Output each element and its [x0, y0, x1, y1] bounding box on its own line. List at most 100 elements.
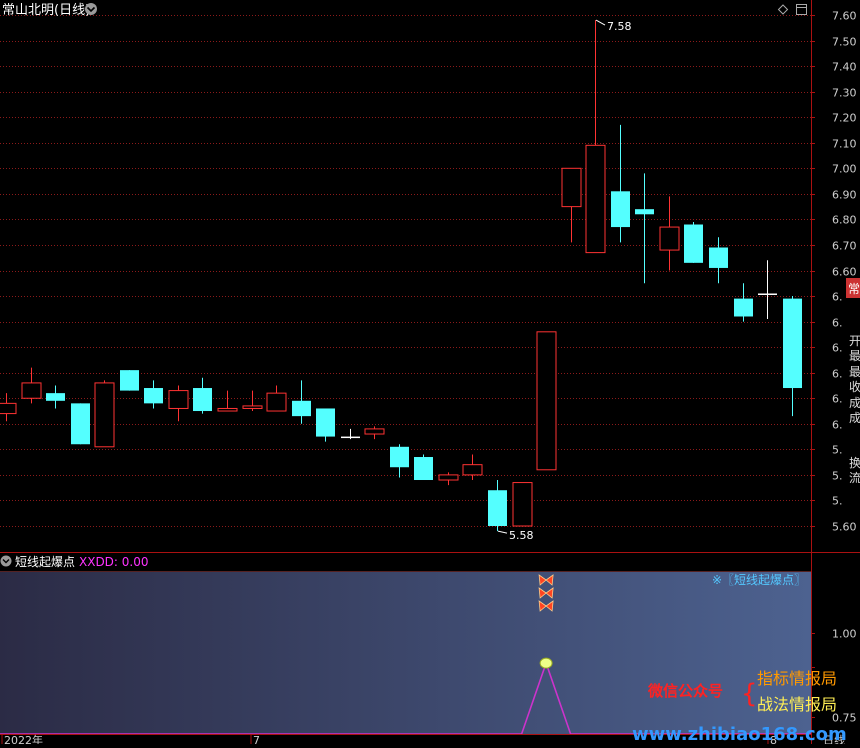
- chart-title: 常山北明(日线): [2, 3, 90, 18]
- candle[interactable]: [46, 385, 65, 409]
- watermark-wechat: 微信公众号: [647, 682, 723, 700]
- candle-body[interactable]: [512, 482, 533, 527]
- high-pointer: [595, 19, 606, 26]
- candle[interactable]: [266, 385, 287, 412]
- candle-body[interactable]: [292, 400, 311, 417]
- y-tick-label: 6.90: [832, 189, 857, 202]
- candle-body[interactable]: [783, 298, 802, 389]
- candle-body[interactable]: [120, 370, 139, 391]
- y-tick-label: 5.: [832, 444, 843, 457]
- info-label: 换: [849, 456, 860, 470]
- candle[interactable]: [585, 20, 606, 254]
- candle[interactable]: [709, 237, 728, 284]
- candle[interactable]: [684, 221, 703, 263]
- candle-body[interactable]: [71, 403, 90, 445]
- candle[interactable]: [462, 454, 483, 481]
- candle-body[interactable]: [217, 407, 238, 412]
- candle-body[interactable]: [94, 382, 115, 448]
- candle[interactable]: [217, 390, 238, 412]
- candle-body[interactable]: [316, 408, 335, 437]
- stock-badge-text: 常: [848, 282, 860, 296]
- candle[interactable]: [734, 283, 753, 322]
- candle[interactable]: [193, 377, 212, 414]
- y-tick-label: 1.00: [832, 628, 857, 641]
- y-tick-label: 7.20: [832, 112, 857, 125]
- candle[interactable]: [364, 426, 385, 440]
- y-tick-label: 6.: [832, 393, 843, 406]
- candle-body[interactable]: [684, 224, 703, 263]
- candle[interactable]: [21, 367, 42, 404]
- indicator-title: 短线起爆点: [15, 555, 75, 569]
- candle-body[interactable]: [709, 247, 728, 268]
- candle[interactable]: [561, 167, 582, 243]
- candle[interactable]: [635, 173, 654, 284]
- y-tick-label: 5.: [832, 470, 843, 483]
- info-label: 成: [849, 411, 860, 425]
- candle[interactable]: [242, 390, 263, 412]
- low-pointer: [497, 530, 508, 534]
- chevron-down-circle-icon[interactable]: [0, 555, 12, 567]
- candle-body[interactable]: [561, 167, 582, 208]
- x-tick-label: 2022年: [4, 733, 43, 744]
- y-tick-label: 7.40: [832, 61, 857, 74]
- info-label: 最: [849, 365, 860, 379]
- candle[interactable]: [438, 472, 459, 486]
- y-tick-label: 6.: [832, 419, 843, 432]
- candle[interactable]: [783, 296, 802, 417]
- candle[interactable]: [144, 380, 163, 409]
- candle[interactable]: [0, 393, 17, 422]
- y-tick-label: 5.60: [832, 521, 857, 534]
- candle-body[interactable]: [635, 209, 654, 215]
- candle[interactable]: [611, 124, 630, 243]
- candle[interactable]: [341, 428, 360, 440]
- candle-body[interactable]: [364, 428, 385, 435]
- y-tick-label: 6.: [832, 291, 843, 304]
- candle-body[interactable]: [341, 436, 360, 439]
- chevron-down-circle-icon[interactable]: [85, 3, 97, 15]
- window-restore-icon[interactable]: [796, 4, 807, 15]
- candle-body[interactable]: [438, 474, 459, 481]
- y-tick-label: 6.: [832, 317, 843, 330]
- candle-body[interactable]: [462, 464, 483, 476]
- candle[interactable]: [168, 385, 189, 422]
- candle[interactable]: [316, 408, 335, 442]
- indicator-legend: ※〖短线起爆点〗: [712, 573, 806, 587]
- candle-body[interactable]: [144, 388, 163, 404]
- candle[interactable]: [390, 444, 409, 478]
- candle-body[interactable]: [193, 388, 212, 412]
- candle[interactable]: [71, 403, 90, 445]
- indicator-header: 短线起爆点 XXDD: 0.00: [0, 555, 149, 569]
- candle-body[interactable]: [46, 393, 65, 401]
- candle[interactable]: [414, 454, 433, 481]
- candle-body[interactable]: [488, 490, 507, 526]
- candle-body[interactable]: [659, 226, 680, 251]
- candle[interactable]: [292, 380, 311, 424]
- watermark-url: www.zhibiao168.com: [632, 724, 847, 744]
- candle-body[interactable]: [390, 446, 409, 468]
- candle[interactable]: [758, 260, 777, 320]
- candle[interactable]: [488, 480, 507, 532]
- candle-body[interactable]: [585, 144, 606, 254]
- candle[interactable]: [659, 196, 680, 271]
- info-label: 收: [849, 380, 860, 394]
- candle[interactable]: [512, 482, 533, 527]
- diamond-icon[interactable]: [777, 4, 789, 15]
- candle-body[interactable]: [266, 392, 287, 412]
- candle-body[interactable]: [242, 405, 263, 409]
- candle-body[interactable]: [611, 191, 630, 228]
- candle[interactable]: [536, 331, 557, 471]
- candle[interactable]: [120, 370, 139, 391]
- candle-body[interactable]: [414, 457, 433, 481]
- candle-body[interactable]: [0, 402, 17, 415]
- candles[interactable]: [0, 20, 802, 532]
- candle[interactable]: [94, 380, 115, 448]
- candle-body[interactable]: [758, 293, 777, 295]
- candle-body[interactable]: [21, 382, 42, 399]
- x-tick-label: 7: [253, 734, 260, 744]
- candle-body[interactable]: [734, 298, 753, 317]
- candle-body[interactable]: [168, 390, 189, 409]
- stock-chart[interactable]: 7.58 5.58 常山北明(日线) 短线起爆点 XXDD: 0.00 ※〖短线起…: [0, 0, 860, 747]
- info-label: 最: [849, 349, 860, 363]
- info-label: 流: [849, 471, 860, 485]
- candle-body[interactable]: [536, 331, 557, 471]
